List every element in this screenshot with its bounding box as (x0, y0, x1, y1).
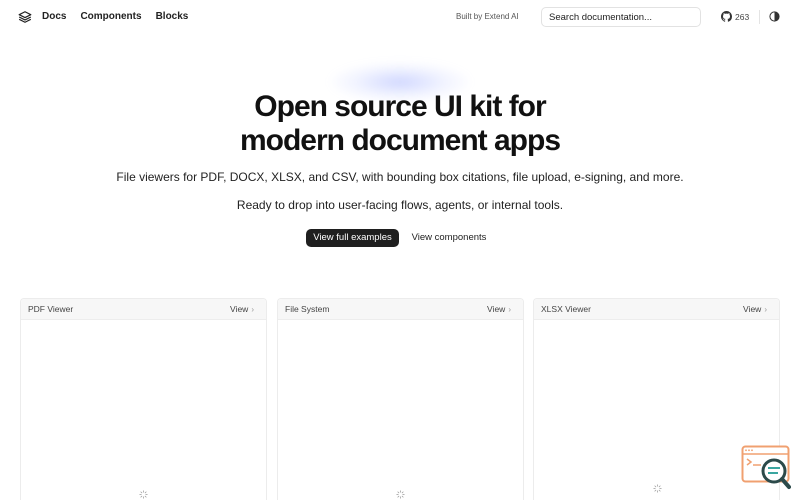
hero-title: Open source UI kit for modern document a… (0, 90, 800, 158)
card-title: XLSX Viewer (541, 304, 591, 314)
hero-title-line1: Open source UI kit for (254, 90, 546, 123)
nav-docs[interactable]: Docs (42, 11, 66, 22)
card-header: File System View › (278, 299, 523, 320)
header-divider (759, 10, 760, 24)
top-header: Docs Components Blocks Built by Extend A… (0, 0, 800, 35)
card-header: XLSX Viewer View › (534, 299, 779, 320)
card-view-label: View (743, 304, 762, 314)
view-components-button[interactable]: View components (404, 229, 494, 247)
loading-spinner-icon (139, 490, 148, 499)
hero-title-line2: modern document apps (239, 124, 561, 157)
github-icon (721, 11, 732, 22)
chevron-right-icon: › (508, 304, 511, 314)
card-view-link[interactable]: View › (487, 304, 511, 314)
chevron-right-icon: › (764, 304, 767, 314)
card-view-link[interactable]: View › (743, 304, 767, 314)
loading-spinner-icon (653, 484, 662, 493)
code-search-icon[interactable] (741, 445, 791, 490)
layers-icon[interactable] (18, 10, 32, 24)
card-view-label: View (230, 304, 249, 314)
card-title: File System (285, 304, 330, 314)
view-full-examples-button[interactable]: View full examples (306, 229, 399, 247)
main-nav: Docs Components Blocks (42, 11, 188, 22)
hero-subtitle-2: Ready to drop into user-facing flows, ag… (236, 198, 564, 212)
card-view-link[interactable]: View › (230, 304, 254, 314)
chevron-right-icon: › (251, 304, 254, 314)
card-header: PDF Viewer View › (21, 299, 266, 320)
card-view-label: View (487, 304, 506, 314)
loading-spinner-icon (396, 490, 405, 499)
github-link[interactable]: 263 (721, 11, 749, 22)
card-pdf-viewer: PDF Viewer View › (20, 298, 267, 500)
nav-components[interactable]: Components (80, 11, 141, 22)
card-file-system: File System View › (277, 298, 524, 500)
hero-subtitle-1: File viewers for PDF, DOCX, XLSX, and CS… (116, 170, 684, 184)
contrast-icon[interactable] (769, 11, 780, 22)
card-title: PDF Viewer (28, 304, 74, 314)
built-by-link[interactable]: Built by Extend AI (456, 12, 519, 21)
github-stars: 263 (735, 11, 750, 22)
search-input[interactable]: Search documentation... (541, 7, 701, 27)
nav-blocks[interactable]: Blocks (156, 11, 189, 22)
